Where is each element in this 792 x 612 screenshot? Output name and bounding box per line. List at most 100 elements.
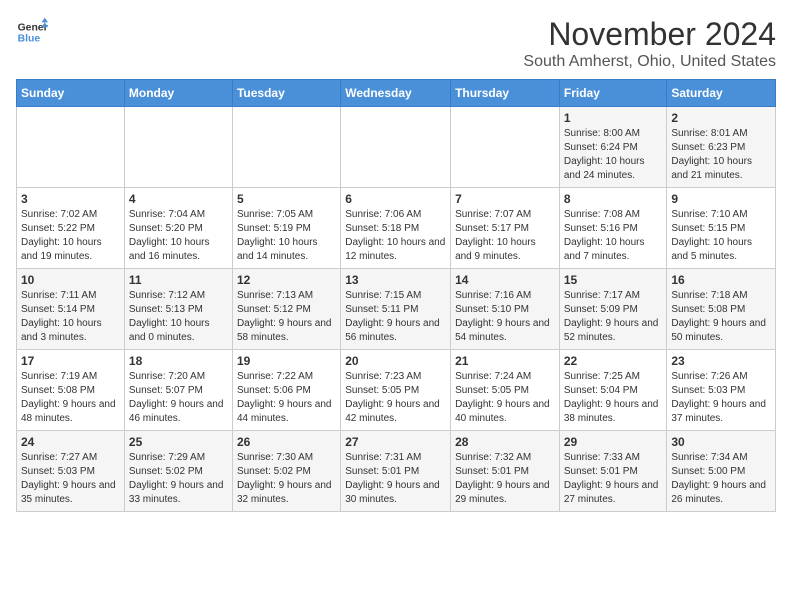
day-number: 16 [671, 273, 771, 287]
calendar-cell: 11 Sunrise: 7:12 AM Sunset: 5:13 PM Dayli… [124, 269, 232, 350]
day-info: Sunrise: 7:17 AM Sunset: 5:09 PM Dayligh… [564, 289, 663, 345]
day-info: Sunrise: 7:26 AM Sunset: 5:03 PM Dayligh… [671, 370, 771, 426]
day-number: 12 [237, 273, 336, 287]
day-number: 2 [671, 111, 771, 125]
calendar-cell: 26 Sunrise: 7:30 AM Sunset: 5:02 PM Dayli… [232, 431, 340, 512]
day-info: Sunrise: 7:20 AM Sunset: 5:07 PM Dayligh… [129, 370, 228, 426]
day-number: 22 [564, 354, 663, 368]
calendar-cell: 22 Sunrise: 7:25 AM Sunset: 5:04 PM Dayli… [559, 350, 667, 431]
calendar-cell: 16 Sunrise: 7:18 AM Sunset: 5:08 PM Dayli… [667, 269, 776, 350]
day-info: Sunrise: 7:08 AM Sunset: 5:16 PM Dayligh… [564, 208, 663, 264]
calendar-cell: 10 Sunrise: 7:11 AM Sunset: 5:14 PM Dayli… [17, 269, 125, 350]
header-row: SundayMondayTuesdayWednesdayThursdayFrid… [17, 80, 776, 107]
day-number: 25 [129, 435, 228, 449]
day-info: Sunrise: 7:22 AM Sunset: 5:06 PM Dayligh… [237, 370, 336, 426]
day-info: Sunrise: 8:01 AM Sunset: 6:23 PM Dayligh… [671, 127, 771, 183]
calendar-cell [451, 107, 560, 188]
day-info: Sunrise: 7:33 AM Sunset: 5:01 PM Dayligh… [564, 451, 663, 507]
calendar-week-row: 10 Sunrise: 7:11 AM Sunset: 5:14 PM Dayli… [17, 269, 776, 350]
day-info: Sunrise: 7:05 AM Sunset: 5:19 PM Dayligh… [237, 208, 336, 264]
calendar-cell: 24 Sunrise: 7:27 AM Sunset: 5:03 PM Dayli… [17, 431, 125, 512]
page-header: General Blue November 2024 South Amherst… [16, 16, 776, 71]
day-info: Sunrise: 7:18 AM Sunset: 5:08 PM Dayligh… [671, 289, 771, 345]
calendar-cell: 4Sunrise: 7:04 AM Sunset: 5:20 PM Daylig… [124, 188, 232, 269]
calendar-week-row: 3 Sunrise: 7:02 AM Sunset: 5:22 PM Daylig… [17, 188, 776, 269]
calendar-cell [17, 107, 125, 188]
day-info: Sunrise: 7:04 AM Sunset: 5:20 PM Dayligh… [129, 208, 228, 264]
calendar-cell: 13Sunrise: 7:15 AM Sunset: 5:11 PM Dayli… [341, 269, 451, 350]
calendar-cell: 25 Sunrise: 7:29 AM Sunset: 5:02 PM Dayli… [124, 431, 232, 512]
day-number: 28 [455, 435, 555, 449]
day-number: 3 [21, 192, 120, 206]
calendar-cell: 21Sunrise: 7:24 AM Sunset: 5:05 PM Dayli… [451, 350, 560, 431]
calendar-cell: 29Sunrise: 7:33 AM Sunset: 5:01 PM Dayli… [559, 431, 667, 512]
weekday-header: Sunday [17, 80, 125, 107]
svg-text:Blue: Blue [18, 34, 41, 45]
month-title: November 2024 [523, 16, 776, 53]
day-info: Sunrise: 7:34 AM Sunset: 5:00 PM Dayligh… [671, 451, 771, 507]
day-number: 7 [455, 192, 555, 206]
day-number: 9 [671, 192, 771, 206]
calendar-cell: 30 Sunrise: 7:34 AM Sunset: 5:00 PM Dayli… [667, 431, 776, 512]
weekday-header: Saturday [667, 80, 776, 107]
day-number: 26 [237, 435, 336, 449]
day-info: Sunrise: 7:32 AM Sunset: 5:01 PM Dayligh… [455, 451, 555, 507]
calendar-body: 1Sunrise: 8:00 AM Sunset: 6:24 PM Daylig… [17, 107, 776, 512]
day-number: 30 [671, 435, 771, 449]
weekday-header: Wednesday [341, 80, 451, 107]
calendar-week-row: 17Sunrise: 7:19 AM Sunset: 5:08 PM Dayli… [17, 350, 776, 431]
day-number: 5 [237, 192, 336, 206]
day-info: Sunrise: 7:11 AM Sunset: 5:14 PM Dayligh… [21, 289, 120, 345]
calendar-cell: 3 Sunrise: 7:02 AM Sunset: 5:22 PM Daylig… [17, 188, 125, 269]
calendar-cell: 19Sunrise: 7:22 AM Sunset: 5:06 PM Dayli… [232, 350, 340, 431]
day-number: 10 [21, 273, 120, 287]
calendar-cell: 9 Sunrise: 7:10 AM Sunset: 5:15 PM Daylig… [667, 188, 776, 269]
calendar-cell [124, 107, 232, 188]
day-info: Sunrise: 7:19 AM Sunset: 5:08 PM Dayligh… [21, 370, 120, 426]
day-info: Sunrise: 7:29 AM Sunset: 5:02 PM Dayligh… [129, 451, 228, 507]
day-info: Sunrise: 7:23 AM Sunset: 5:05 PM Dayligh… [345, 370, 446, 426]
calendar-week-row: 24 Sunrise: 7:27 AM Sunset: 5:03 PM Dayli… [17, 431, 776, 512]
weekday-header: Tuesday [232, 80, 340, 107]
calendar-cell: 5 Sunrise: 7:05 AM Sunset: 5:19 PM Daylig… [232, 188, 340, 269]
location: South Amherst, Ohio, United States [523, 53, 776, 71]
weekday-header: Thursday [451, 80, 560, 107]
calendar-cell: 18Sunrise: 7:20 AM Sunset: 5:07 PM Dayli… [124, 350, 232, 431]
title-section: November 2024 South Amherst, Ohio, Unite… [523, 16, 776, 71]
day-number: 24 [21, 435, 120, 449]
calendar-cell: 2 Sunrise: 8:01 AM Sunset: 6:23 PM Daylig… [667, 107, 776, 188]
day-number: 8 [564, 192, 663, 206]
day-number: 1 [564, 111, 663, 125]
weekday-header: Friday [559, 80, 667, 107]
day-number: 11 [129, 273, 228, 287]
calendar-cell: 20Sunrise: 7:23 AM Sunset: 5:05 PM Dayli… [341, 350, 451, 431]
day-info: Sunrise: 7:10 AM Sunset: 5:15 PM Dayligh… [671, 208, 771, 264]
calendar-cell: 27Sunrise: 7:31 AM Sunset: 5:01 PM Dayli… [341, 431, 451, 512]
day-info: Sunrise: 7:27 AM Sunset: 5:03 PM Dayligh… [21, 451, 120, 507]
calendar-header: SundayMondayTuesdayWednesdayThursdayFrid… [17, 80, 776, 107]
day-number: 23 [671, 354, 771, 368]
day-number: 14 [455, 273, 555, 287]
calendar-cell: 6 Sunrise: 7:06 AM Sunset: 5:18 PM Daylig… [341, 188, 451, 269]
day-number: 6 [345, 192, 446, 206]
day-number: 15 [564, 273, 663, 287]
weekday-header: Monday [124, 80, 232, 107]
svg-text:General: General [18, 22, 48, 33]
calendar-cell: 12Sunrise: 7:13 AM Sunset: 5:12 PM Dayli… [232, 269, 340, 350]
day-number: 21 [455, 354, 555, 368]
logo-icon: General Blue [16, 16, 48, 48]
day-info: Sunrise: 7:12 AM Sunset: 5:13 PM Dayligh… [129, 289, 228, 345]
calendar-table: SundayMondayTuesdayWednesdayThursdayFrid… [16, 79, 776, 512]
day-info: Sunrise: 7:06 AM Sunset: 5:18 PM Dayligh… [345, 208, 446, 264]
day-info: Sunrise: 7:15 AM Sunset: 5:11 PM Dayligh… [345, 289, 446, 345]
calendar-cell: 15 Sunrise: 7:17 AM Sunset: 5:09 PM Dayli… [559, 269, 667, 350]
day-info: Sunrise: 7:25 AM Sunset: 5:04 PM Dayligh… [564, 370, 663, 426]
calendar-cell: 8 Sunrise: 7:08 AM Sunset: 5:16 PM Daylig… [559, 188, 667, 269]
day-info: Sunrise: 7:30 AM Sunset: 5:02 PM Dayligh… [237, 451, 336, 507]
day-info: Sunrise: 7:02 AM Sunset: 5:22 PM Dayligh… [21, 208, 120, 264]
calendar-cell: 14Sunrise: 7:16 AM Sunset: 5:10 PM Dayli… [451, 269, 560, 350]
calendar-cell: 7 Sunrise: 7:07 AM Sunset: 5:17 PM Daylig… [451, 188, 560, 269]
calendar-week-row: 1Sunrise: 8:00 AM Sunset: 6:24 PM Daylig… [17, 107, 776, 188]
calendar-cell: 28 Sunrise: 7:32 AM Sunset: 5:01 PM Dayli… [451, 431, 560, 512]
day-info: Sunrise: 7:07 AM Sunset: 5:17 PM Dayligh… [455, 208, 555, 264]
